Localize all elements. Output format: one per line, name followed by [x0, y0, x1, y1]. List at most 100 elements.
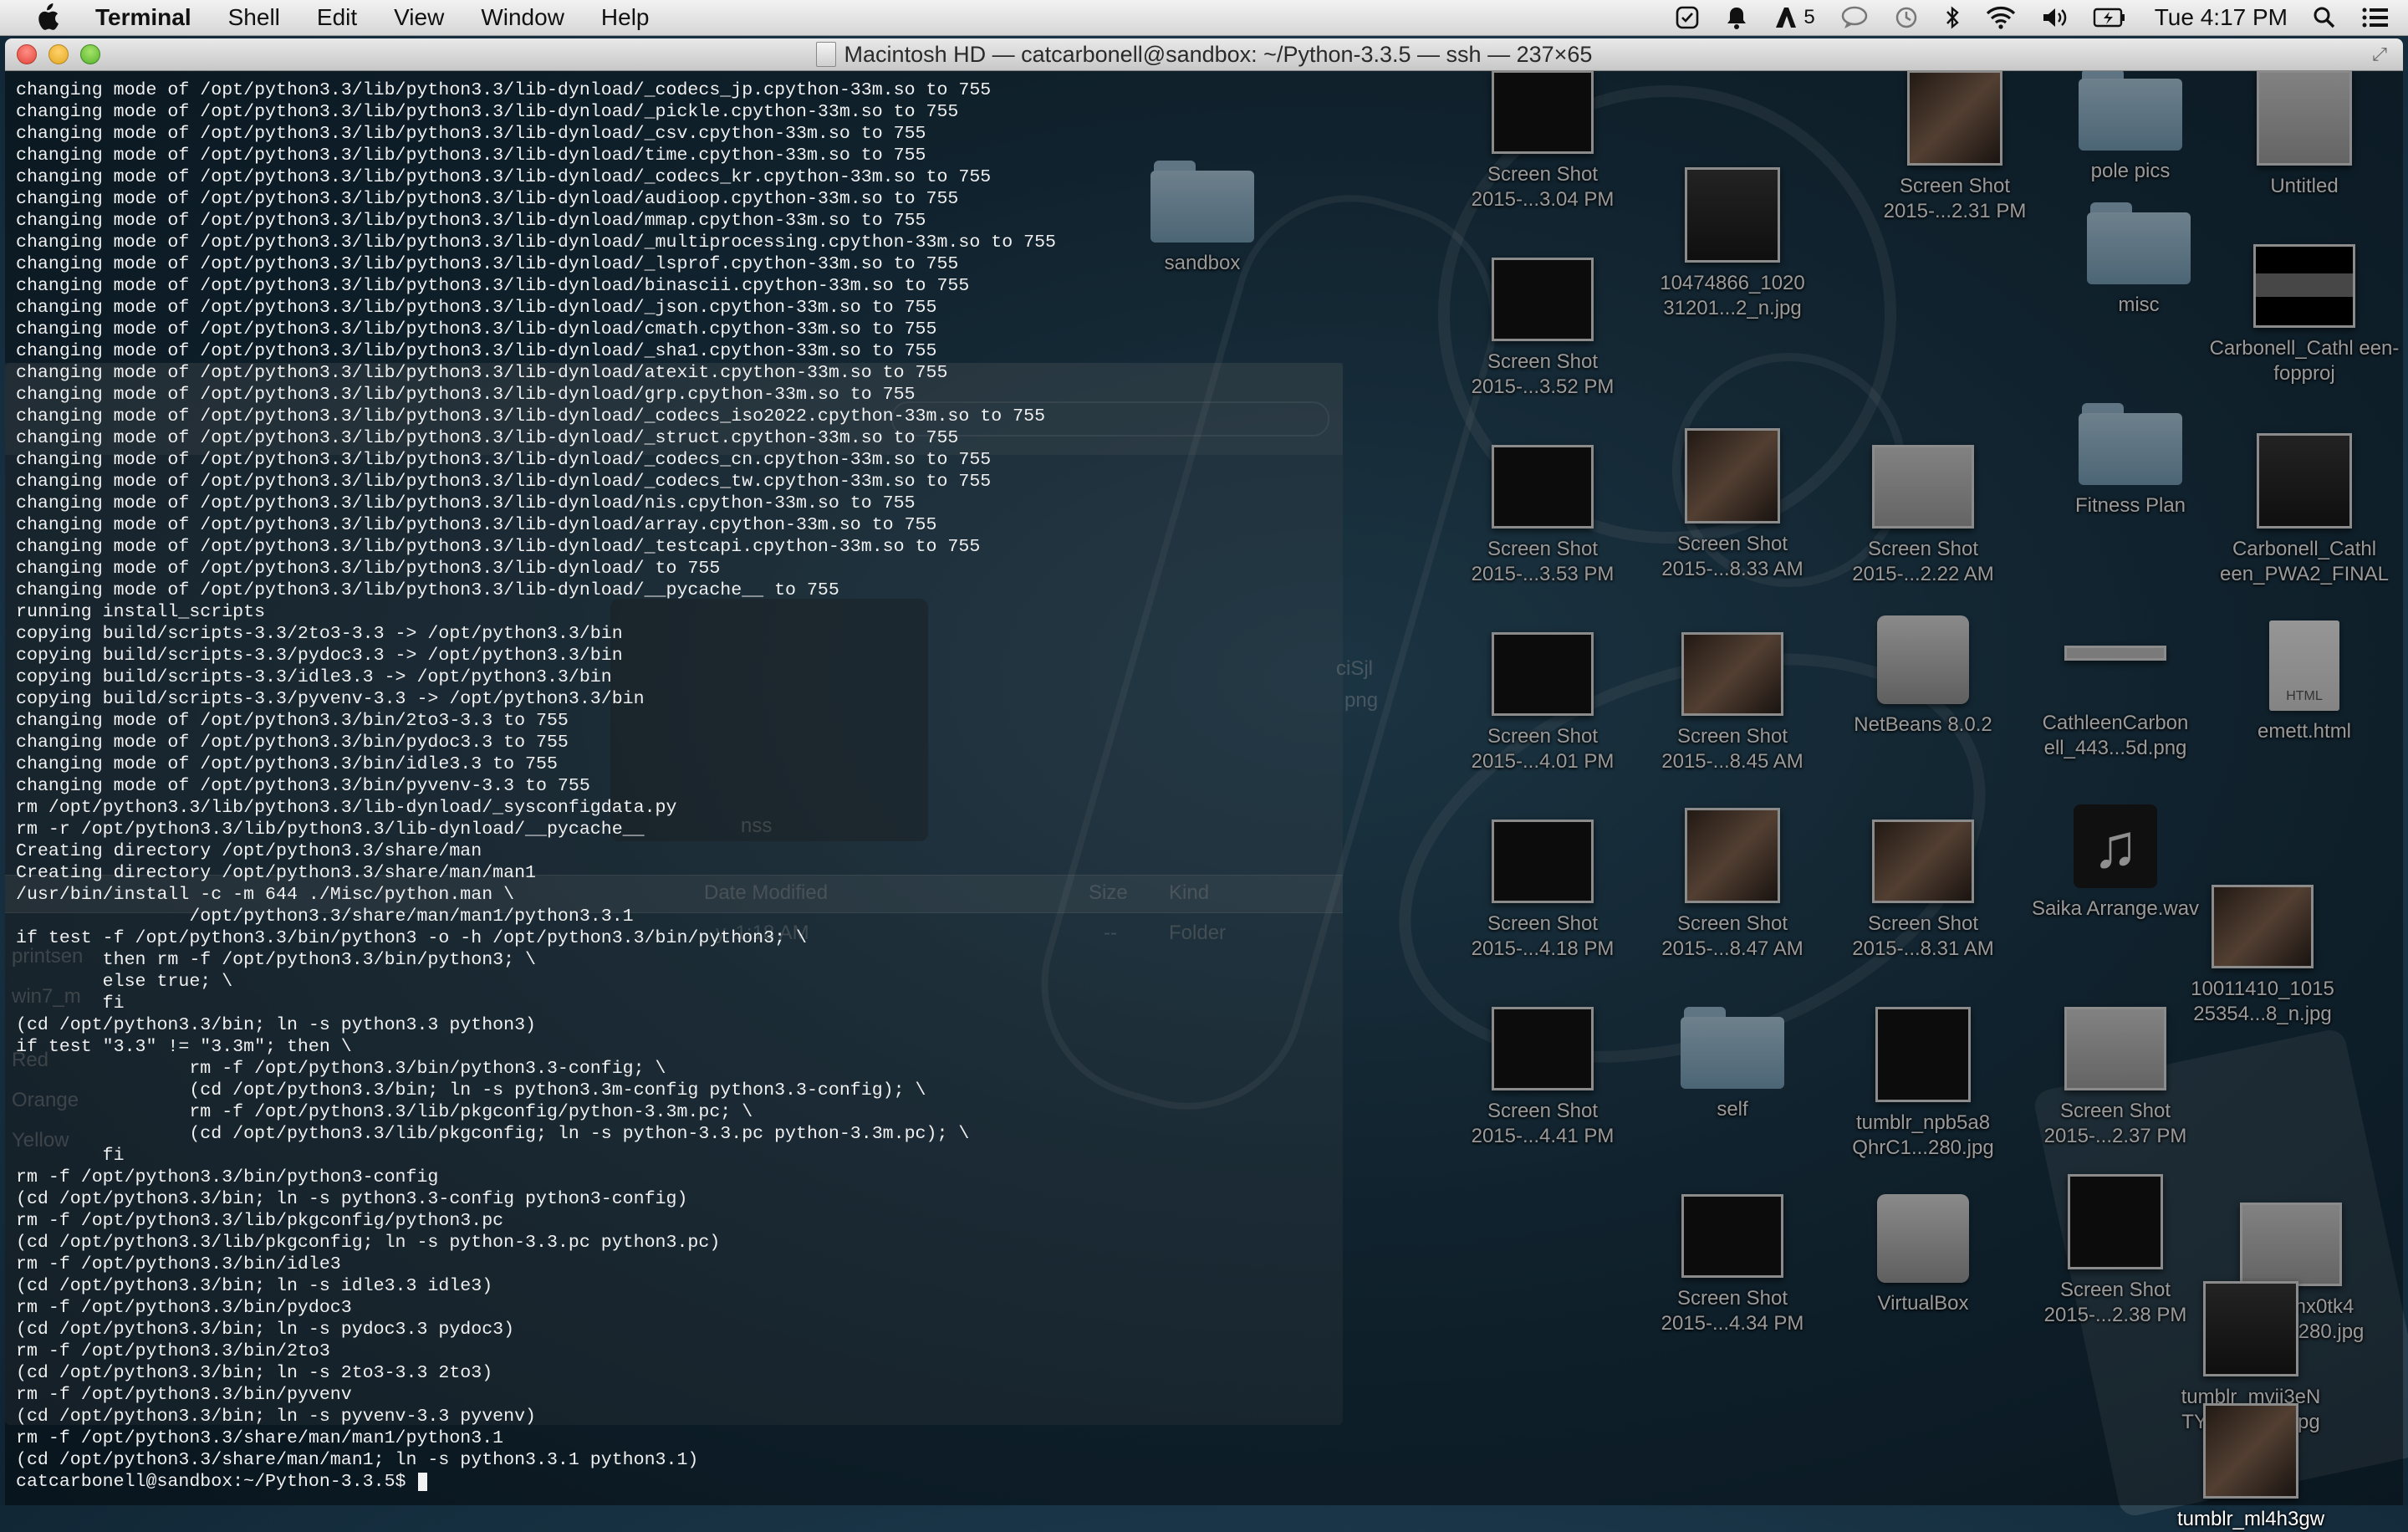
terminal-output-line: changing mode of /opt/python3.3/lib/pyth… — [16, 341, 937, 361]
terminal-output-line: rm -f /opt/python3.3/share/man/man1/pyth… — [16, 1428, 504, 1448]
terminal-output-line: running install_scripts — [16, 602, 266, 622]
terminal-output-line: /usr/bin/install -c -m 644 ./Misc/python… — [16, 885, 515, 905]
terminal-titlebar[interactable]: Macintosh HD — catcarbonell@sandbox: ~/P… — [5, 38, 2403, 71]
fullscreen-icon[interactable]: ⤢ — [2370, 44, 2390, 64]
menu-edit[interactable]: Edit — [317, 4, 357, 31]
terminal-output-line: copying build/scripts-3.3/pyvenv-3.3 -> … — [16, 689, 645, 709]
terminal-output-line: rm -f /opt/python3.3/lib/pkgconfig/pytho… — [16, 1102, 753, 1122]
terminal-output-line: changing mode of /opt/python3.3/lib/pyth… — [16, 80, 992, 100]
terminal-output-line: changing mode of /opt/python3.3/lib/pyth… — [16, 385, 916, 405]
apple-menu-icon[interactable] — [30, 1, 64, 34]
status-menu-area: 5 Tue 4:17 PM — [1650, 0, 2408, 35]
terminal-output-line: (cd /opt/python3.3/bin; ln -s 2to3-3.3 2… — [16, 1363, 493, 1383]
terminal-output-line: changing mode of /opt/python3.3/lib/pyth… — [16, 363, 948, 383]
terminal-output-line: rm -f /opt/python3.3/bin/pydoc3 — [16, 1298, 352, 1318]
battery-charging-icon[interactable] — [2093, 0, 2126, 35]
desktop-icon-label: tumblr_ml4h3gw — [2176, 1508, 2325, 1530]
text-cursor — [418, 1473, 428, 1491]
terminal-output-line: changing mode of /opt/python3.3/lib/pyth… — [16, 406, 1046, 426]
terminal-output-line: changing mode of /opt/python3.3/lib/pyth… — [16, 211, 926, 231]
menu-app-name[interactable]: Terminal — [95, 4, 191, 31]
notification-bell-icon[interactable] — [1725, 0, 1748, 35]
window-title-group: Macintosh HD — catcarbonell@sandbox: ~/P… — [815, 41, 1593, 68]
menu-clock[interactable]: Tue 4:17 PM — [2155, 4, 2288, 31]
menu-shell[interactable]: Shell — [228, 4, 280, 31]
terminal-output-line: changing mode of /opt/python3.3/lib/pyth… — [16, 276, 970, 296]
menu-bar: Terminal Shell Edit View Window Help 5 T… — [0, 0, 2408, 36]
terminal-output-line: /opt/python3.3/share/man/man1/python3.3.… — [16, 906, 634, 927]
terminal-output-line: then rm -f /opt/python3.3/bin/python3; \ — [16, 950, 537, 970]
terminal-output-line: changing mode of /opt/python3.3/bin/2to3… — [16, 711, 569, 731]
terminal-window: Macintosh HD — catcarbonell@sandbox: ~/P… — [5, 38, 2403, 1505]
terminal-output-line: changing mode of /opt/python3.3/bin/pyve… — [16, 776, 590, 796]
terminal-output-line: (cd /opt/python3.3/bin; ln -s python3.3 … — [16, 1015, 537, 1035]
terminal-output-line: (cd /opt/python3.3/bin; ln -s python3.3-… — [16, 1189, 688, 1209]
clipboard-check-icon[interactable] — [1675, 0, 1700, 35]
menu-view[interactable]: View — [394, 4, 444, 31]
window-title: Macintosh HD — catcarbonell@sandbox: ~/P… — [844, 41, 1593, 67]
terminal-prompt-line[interactable]: catcarbonell@sandbox:~/Python-3.3.5$ — [16, 1471, 2403, 1493]
terminal-output-line: (cd /opt/python3.3/lib/pkgconfig; ln -s … — [16, 1233, 721, 1253]
terminal-output-line: Creating directory /opt/python3.3/share/… — [16, 841, 482, 861]
terminal-output-line: changing mode of /opt/python3.3/lib/pyth… — [16, 559, 721, 579]
messages-icon[interactable] — [1840, 0, 1869, 35]
terminal-output-line: rm -f /opt/python3.3/bin/pyvenv — [16, 1385, 352, 1405]
terminal-output-line: copying build/scripts-3.3/2to3-3.3 -> /o… — [16, 624, 623, 644]
terminal-output-line: changing mode of /opt/python3.3/lib/pyth… — [16, 580, 839, 600]
adobe-badge-count: 5 — [1803, 6, 1815, 28]
terminal-output-line: changing mode of /opt/python3.3/bin/pydo… — [16, 733, 569, 753]
terminal-output[interactable]: changing mode of /opt/python3.3/lib/pyth… — [5, 71, 2403, 1505]
time-machine-icon[interactable] — [1894, 0, 1919, 35]
shell-prompt: catcarbonell@sandbox:~/Python-3.3.5$ — [16, 1472, 417, 1492]
terminal-output-line: fi — [16, 993, 125, 1014]
terminal-output-line: changing mode of /opt/python3.3/lib/pyth… — [16, 146, 926, 166]
terminal-output-line: changing mode of /opt/python3.3/lib/pyth… — [16, 254, 959, 274]
terminal-output-line: copying build/scripts-3.3/pydoc3.3 -> /o… — [16, 646, 623, 666]
menu-window[interactable]: Window — [481, 4, 564, 31]
terminal-output-line: changing mode of /opt/python3.3/lib/pyth… — [16, 167, 992, 187]
window-controls — [17, 44, 112, 64]
terminal-output-line: copying build/scripts-3.3/idle3.3 -> /op… — [16, 667, 612, 687]
zoom-button[interactable] — [80, 44, 100, 64]
adobe-updater-icon[interactable]: 5 — [1773, 0, 1815, 35]
terminal-output-line: rm /opt/python3.3/lib/python3.3/lib-dynl… — [16, 798, 677, 818]
menu-help[interactable]: Help — [601, 4, 650, 31]
terminal-output-line: fi — [16, 1146, 125, 1166]
terminal-output-line: changing mode of /opt/python3.3/bin/idle… — [16, 754, 558, 774]
terminal-output-line: changing mode of /opt/python3.3/lib/pyth… — [16, 537, 981, 557]
terminal-output-line: changing mode of /opt/python3.3/lib/pyth… — [16, 298, 937, 318]
terminal-output-line: rm -f /opt/python3.3/bin/python3-config — [16, 1167, 439, 1187]
terminal-output-line: changing mode of /opt/python3.3/lib/pyth… — [16, 472, 992, 492]
terminal-output-line: changing mode of /opt/python3.3/lib/pyth… — [16, 428, 959, 448]
terminal-output-line: rm -f /opt/python3.3/bin/python3.3-confi… — [16, 1059, 666, 1079]
terminal-output-line: if test -f /opt/python3.3/bin/python3 -o… — [16, 928, 807, 948]
terminal-output-line: (cd /opt/python3.3/share/man/man1; ln -s… — [16, 1450, 699, 1470]
close-button[interactable] — [17, 44, 37, 64]
spotlight-search-icon[interactable] — [2313, 0, 2336, 35]
volume-icon[interactable] — [2041, 0, 2068, 35]
minimize-button[interactable] — [48, 44, 69, 64]
terminal-output-line: rm -f /opt/python3.3/lib/pkgconfig/pytho… — [16, 1211, 504, 1231]
terminal-lines: changing mode of /opt/python3.3/lib/pyth… — [16, 79, 2403, 1471]
terminal-output-line: changing mode of /opt/python3.3/lib/pyth… — [16, 232, 1057, 253]
wifi-icon[interactable] — [1986, 0, 2016, 35]
terminal-output-line: changing mode of /opt/python3.3/lib/pyth… — [16, 450, 992, 470]
bluetooth-icon[interactable] — [1944, 0, 1961, 35]
terminal-output-line: if test "3.3" != "3.3m"; then \ — [16, 1037, 352, 1057]
terminal-output-line: (cd /opt/python3.3/lib/pkgconfig; ln -s … — [16, 1124, 970, 1144]
terminal-output-line: rm -f /opt/python3.3/bin/2to3 — [16, 1341, 330, 1361]
terminal-output-line: Creating directory /opt/python3.3/share/… — [16, 863, 537, 883]
terminal-output-line: (cd /opt/python3.3/bin; ln -s pyvenv-3.3… — [16, 1407, 537, 1427]
terminal-output-line: else true; \ — [16, 972, 233, 992]
terminal-output-line: changing mode of /opt/python3.3/lib/pyth… — [16, 319, 937, 340]
terminal-output-line: (cd /opt/python3.3/bin; ln -s idle3.3 id… — [16, 1276, 493, 1296]
terminal-output-line: rm -r /opt/python3.3/lib/python3.3/lib-d… — [16, 820, 645, 840]
notification-center-icon[interactable] — [2361, 0, 2390, 35]
terminal-output-line: changing mode of /opt/python3.3/lib/pyth… — [16, 124, 926, 144]
terminal-output-line: changing mode of /opt/python3.3/lib/pyth… — [16, 102, 959, 122]
terminal-output-line: (cd /opt/python3.3/bin; ln -s python3.3m… — [16, 1080, 926, 1100]
terminal-output-line: rm -f /opt/python3.3/bin/idle3 — [16, 1254, 341, 1274]
terminal-output-line: changing mode of /opt/python3.3/lib/pyth… — [16, 493, 916, 513]
drive-proxy-icon[interactable] — [815, 42, 836, 67]
terminal-output-line: (cd /opt/python3.3/bin; ln -s pydoc3.3 p… — [16, 1320, 515, 1340]
